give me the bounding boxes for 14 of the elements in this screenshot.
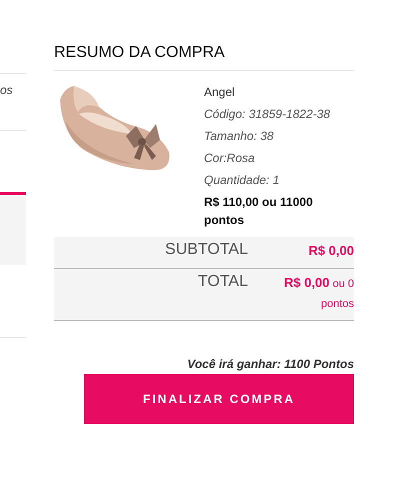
product-name: Angel xyxy=(204,85,236,99)
points-note: Você irá ganhar: 1100 Pontos xyxy=(186,357,354,371)
total-value: R$ 0,00 xyxy=(307,242,354,260)
product-detail: Código: 31859-1822-38 xyxy=(204,107,332,121)
checkout-button[interactable]: FINALIZAR COMPRA xyxy=(84,374,354,424)
product-detail: Tamanho: 38 xyxy=(204,129,275,143)
total-value: R$ 0,00 ou 0 pontos xyxy=(282,274,354,312)
section-title: RESUMO DA COMPRA xyxy=(54,44,354,71)
product-price: R$ 110,00 ou 11000 pontos xyxy=(204,194,314,229)
side-text: os xyxy=(0,83,14,97)
product-detail: Quantidade: 1 xyxy=(204,173,280,187)
total-label: TOTAL xyxy=(196,273,248,291)
product-detail: Cor:Rosa xyxy=(204,151,256,165)
total-label: SUBTOTAL xyxy=(164,241,248,259)
